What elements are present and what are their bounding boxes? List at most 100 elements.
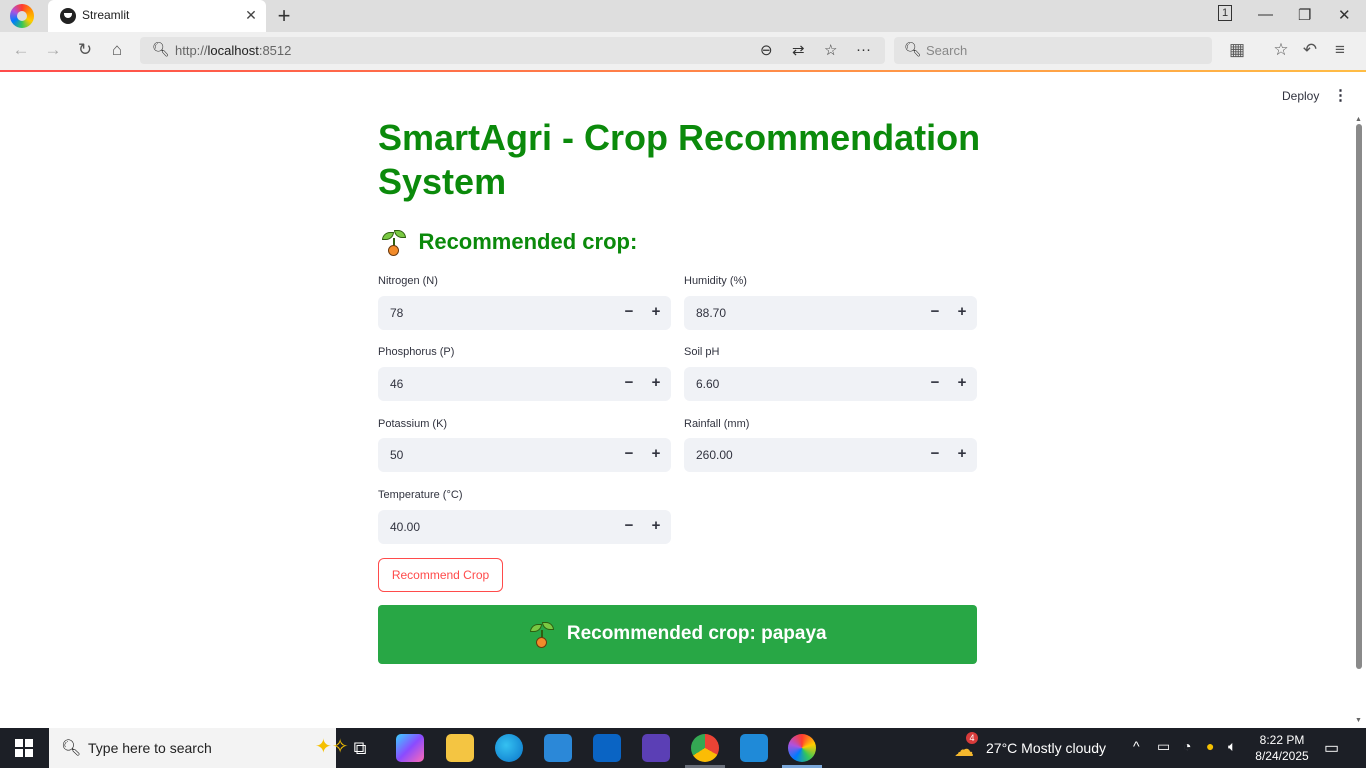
phosphorus-label: Phosphorus (P) (378, 346, 455, 358)
streamlit-favicon-icon (60, 8, 76, 24)
back-icon[interactable]: ← (10, 40, 32, 60)
ph-input[interactable]: 6.60 − + (684, 367, 977, 401)
rainfall-decrement-button[interactable]: − (924, 445, 946, 462)
store-app-icon[interactable] (544, 734, 572, 762)
chrome-app-icon[interactable] (691, 734, 719, 762)
forward-icon[interactable]: → (42, 40, 64, 60)
notifications-icon[interactable]: ▭ (1324, 738, 1339, 758)
new-tab-icon[interactable]: + (274, 3, 294, 29)
translate-icon[interactable]: ⇄ (792, 41, 805, 59)
rainfall-label: Rainfall (mm) (684, 418, 750, 430)
address-bar[interactable]: 🔍︎ http://localhost:8512 ⊖ ⇄ ☆ ··· (140, 37, 885, 64)
windows-taskbar: 🔍︎ Type here to search ✦✧ ⧉ ☁ 4 27°C Mos… (0, 728, 1366, 768)
browser-tab-streamlit[interactable]: Streamlit ✕ (48, 0, 266, 32)
edge-browser-icon[interactable] (495, 734, 523, 762)
task-view-icon[interactable]: ⧉ (346, 734, 374, 762)
phosphorus-value[interactable]: 46 (390, 377, 403, 391)
app-tray-icon[interactable]: ● (1206, 738, 1214, 754)
favorites-icon[interactable]: ☆ (1270, 40, 1292, 60)
nitrogen-decrement-button[interactable]: − (618, 303, 640, 320)
main-menu-icon[interactable]: ⋮ (1333, 86, 1348, 104)
rainfall-input[interactable]: 260.00 − + (684, 438, 977, 472)
ph-label: Soil pH (684, 346, 720, 358)
temperature-value[interactable]: 40.00 (390, 520, 420, 534)
wifi-icon[interactable]: ◔ (1183, 738, 1191, 754)
humidity-input[interactable]: 88.70 − + (684, 296, 977, 330)
windows-start-icon[interactable] (15, 739, 33, 757)
bookmark-star-icon[interactable]: ☆ (824, 41, 837, 59)
reload-icon[interactable]: ↻ (74, 40, 96, 60)
page-title: SmartAgri - Crop Recommendation System (378, 117, 981, 202)
url-text[interactable]: http://localhost:8512 (175, 43, 291, 58)
browser-nav-bar: ← → ↻ ⌂ 🔍︎ http://localhost:8512 ⊖ ⇄ ☆ ·… (0, 32, 1366, 70)
browser-logo-icon[interactable] (10, 4, 34, 28)
temperature-input[interactable]: 40.00 − + (378, 510, 671, 544)
apps-grid-icon[interactable]: ▦ (1226, 40, 1248, 60)
close-window-icon[interactable]: ✕ (1338, 6, 1351, 24)
menu-icon[interactable]: ≡ (1329, 40, 1351, 60)
temperature-increment-button[interactable]: + (645, 517, 667, 534)
copilot-sparkle-icon[interactable]: ✦✧ (315, 734, 349, 759)
potassium-decrement-button[interactable]: − (618, 445, 640, 462)
rainfall-value[interactable]: 260.00 (696, 448, 733, 462)
url-search-icon: 🔍︎ (152, 41, 170, 57)
nitrogen-input[interactable]: 78 − + (378, 296, 671, 330)
copilot-app-icon[interactable] (396, 734, 424, 762)
search-placeholder: Search (926, 43, 968, 58)
battery-icon[interactable]: ▭ (1157, 738, 1170, 755)
recommend-crop-button[interactable]: Recommend Crop (378, 558, 503, 592)
phosphorus-increment-button[interactable]: + (645, 374, 667, 391)
humidity-decrement-button[interactable]: − (924, 303, 946, 320)
nitrogen-increment-button[interactable]: + (645, 303, 667, 320)
browser-tab-bar: Streamlit ✕ + 1 — ❐ ✕ (0, 0, 1366, 32)
tab-close-icon[interactable]: ✕ (242, 7, 260, 24)
restore-icon[interactable]: ❐ (1298, 6, 1311, 24)
home-icon[interactable]: ⌂ (106, 40, 128, 60)
zoom-icon[interactable]: ⊖ (760, 41, 773, 59)
result-banner: Recommended crop: papaya (378, 605, 977, 664)
temperature-decrement-button[interactable]: − (618, 517, 640, 534)
weather-text[interactable]: 27°C Mostly cloudy (986, 740, 1106, 756)
taskbar-search-placeholder: Type here to search (88, 740, 212, 756)
result-text: Recommended crop: papaya (566, 623, 827, 644)
phosphorus-decrement-button[interactable]: − (618, 374, 640, 391)
subheader: Recommended crop: (380, 228, 637, 260)
taskbar-search-box[interactable]: 🔍︎ Type here to search ✦✧ (49, 728, 349, 768)
scroll-up-icon[interactable]: ▲ (1355, 116, 1362, 123)
streamlit-page: Deploy ⋮ ▲ ▼ SmartAgri - Crop Recommenda… (0, 72, 1366, 728)
scroll-down-icon[interactable]: ▼ (1355, 717, 1362, 724)
undo-icon[interactable]: ↶ (1299, 40, 1321, 60)
volume-icon[interactable]: 🔈︎ (1228, 738, 1236, 755)
tray-chevron-icon[interactable]: ^ (1133, 738, 1140, 754)
subheader-text: Recommended crop: (418, 229, 638, 254)
ph-decrement-button[interactable]: − (924, 374, 946, 391)
rainfall-increment-button[interactable]: + (951, 445, 973, 462)
scrollbar-thumb[interactable] (1356, 124, 1362, 669)
potassium-value[interactable]: 50 (390, 448, 403, 462)
minimize-icon[interactable]: — (1258, 6, 1273, 23)
calculator-app-icon[interactable] (642, 734, 670, 762)
active-browser-app-icon[interactable] (788, 734, 816, 762)
humidity-value[interactable]: 88.70 (696, 306, 726, 320)
potassium-label: Potassium (K) (378, 418, 448, 430)
more-dots-icon[interactable]: ··· (856, 41, 871, 58)
system-clock[interactable]: 8:22 PM 8/24/2025 (1252, 732, 1312, 764)
potassium-input[interactable]: 50 − + (378, 438, 671, 472)
vscode-app-icon[interactable] (740, 734, 768, 762)
temperature-label: Temperature (°C) (378, 489, 463, 501)
nitrogen-value[interactable]: 78 (390, 306, 403, 320)
humidity-label: Humidity (%) (684, 275, 747, 287)
taskbar-search-icon: 🔍︎ (61, 740, 82, 757)
ph-increment-button[interactable]: + (951, 374, 973, 391)
browser-search-bar[interactable]: 🔍︎ Search (894, 37, 1212, 64)
clock-time: 8:22 PM (1259, 733, 1305, 747)
clock-date: 8/24/2025 (1255, 749, 1309, 763)
phosphorus-input[interactable]: 46 − + (378, 367, 671, 401)
file-explorer-icon[interactable] (446, 734, 474, 762)
humidity-increment-button[interactable]: + (951, 303, 973, 320)
ph-value[interactable]: 6.60 (696, 377, 719, 391)
tab-count-icon[interactable]: 1 (1218, 5, 1232, 21)
deploy-button[interactable]: Deploy (1282, 89, 1319, 103)
outlook-app-icon[interactable] (593, 734, 621, 762)
potassium-increment-button[interactable]: + (645, 445, 667, 462)
